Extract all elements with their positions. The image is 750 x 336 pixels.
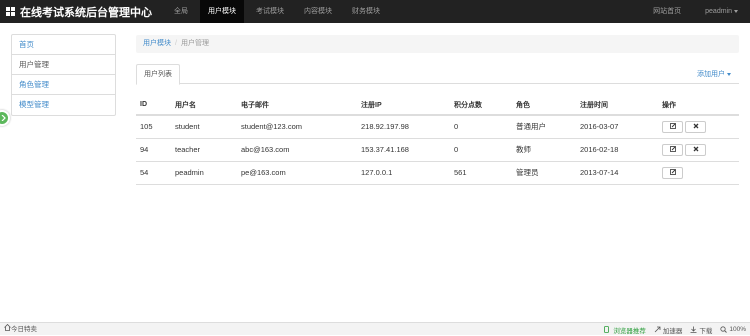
cell-role: 教师 xyxy=(512,138,576,162)
close-icon xyxy=(693,146,699,153)
magnifier-icon xyxy=(720,326,728,333)
breadcrumb: 用户模块 / 用户管理 xyxy=(136,35,739,53)
download-label: 下载 xyxy=(699,327,713,335)
table-header-row: ID 用户名 电子邮件 注册IP 积分点数 角色 注册时间 操作 xyxy=(136,95,739,116)
table-row: 94 teacher abc@163.com 153.37.41.168 0 教… xyxy=(136,138,739,162)
cell-ip: 153.37.41.168 xyxy=(357,138,450,162)
breadcrumb-user-module[interactable]: 用户模块 xyxy=(143,40,171,47)
nav-item-user-module[interactable]: 用户模块 xyxy=(200,0,244,23)
cell-score: 0 xyxy=(450,138,512,162)
tab-bar: 用户列表 添加用户 xyxy=(136,64,739,85)
status-accelerator[interactable]: 加速器 xyxy=(654,325,683,335)
status-download[interactable]: 下载 xyxy=(690,325,712,335)
browser-status-bar: 今日特卖 浏览器推荐 加速器 下载 100% xyxy=(0,322,750,335)
cell-actions xyxy=(658,138,739,162)
delete-button[interactable] xyxy=(685,143,706,156)
nav-right: 网站首页 peadmin xyxy=(641,0,750,23)
tab-user-list[interactable]: 用户列表 xyxy=(136,64,180,85)
accelerator-label: 加速器 xyxy=(662,327,683,335)
status-left[interactable]: 今日特卖 xyxy=(4,323,37,336)
zoom-label: 100% xyxy=(729,326,746,333)
edit-icon xyxy=(669,123,676,130)
table-row: 105 student student@123.com 218.92.197.9… xyxy=(136,115,739,139)
cell-email: abc@163.com xyxy=(237,138,357,162)
sidebar-toggle-button[interactable] xyxy=(0,110,10,126)
cell-role: 普通用户 xyxy=(512,115,576,139)
main-nav: 全局 用户模块 考试模块 内容模块 财务模块 xyxy=(166,0,392,23)
sidebar-item-model-management[interactable]: 模型管理 xyxy=(12,95,115,115)
caret-down-icon xyxy=(734,9,738,13)
edit-button[interactable] xyxy=(662,120,683,133)
cell-username: student xyxy=(171,115,237,139)
cell-username: peadmin xyxy=(171,161,237,185)
cell-score: 0 xyxy=(450,115,512,139)
delete-button[interactable] xyxy=(685,120,706,133)
cell-id: 105 xyxy=(136,115,171,139)
cell-role: 管理员 xyxy=(512,161,576,185)
edit-button[interactable] xyxy=(662,166,683,179)
edit-icon xyxy=(669,168,676,176)
nav-item-content-module[interactable]: 内容模块 xyxy=(296,0,340,23)
edit-button[interactable] xyxy=(662,143,683,156)
sidebar-item-user-management[interactable]: 用户管理 xyxy=(12,55,115,75)
sidebar-item-home[interactable]: 首页 xyxy=(12,35,115,55)
top-navbar: 在线考试系统后台管理中心 全局 用户模块 考试模块 内容模块 财务模块 网站首页… xyxy=(0,0,750,23)
home-icon xyxy=(4,323,11,336)
cell-actions xyxy=(658,161,739,185)
grid-icon xyxy=(6,7,15,16)
homepage-link[interactable]: 网站首页 xyxy=(641,0,693,23)
cell-time: 2013-07-14 xyxy=(576,161,658,185)
header-id: ID xyxy=(136,95,171,116)
today-deals-label: 今日特卖 xyxy=(11,326,37,333)
user-menu-label: peadmin xyxy=(705,8,732,15)
brand-title: 在线考试系统后台管理中心 xyxy=(20,6,152,19)
accelerator-icon xyxy=(654,326,661,333)
cell-actions xyxy=(658,115,739,139)
user-menu[interactable]: peadmin xyxy=(693,0,750,23)
users-table: ID 用户名 电子邮件 注册IP 积分点数 角色 注册时间 操作 105 stu… xyxy=(136,95,739,185)
header-role: 角色 xyxy=(512,95,576,116)
browser-recommend-label: 浏览器推荐 xyxy=(613,327,646,335)
download-icon xyxy=(690,326,697,333)
header-actions: 操作 xyxy=(658,95,739,116)
add-user-dropdown[interactable]: 添加用户 xyxy=(697,69,731,79)
cell-time: 2016-03-07 xyxy=(576,115,658,139)
header-time: 注册时间 xyxy=(576,95,658,116)
cell-username: teacher xyxy=(171,138,237,162)
nav-item-finance-module[interactable]: 财务模块 xyxy=(344,0,388,23)
cell-ip: 218.92.197.98 xyxy=(357,115,450,139)
edit-icon xyxy=(669,145,676,153)
brand[interactable]: 在线考试系统后台管理中心 xyxy=(6,0,152,23)
sidebar: 首页 用户管理 角色管理 模型管理 xyxy=(11,34,116,116)
cell-score: 561 xyxy=(450,161,512,185)
status-zoom[interactable]: 100% xyxy=(720,326,746,333)
cell-time: 2016-02-18 xyxy=(576,138,658,162)
status-browser-recommend[interactable]: 浏览器推荐 xyxy=(604,325,646,335)
breadcrumb-current: 用户管理 xyxy=(180,40,209,47)
cell-ip: 127.0.0.1 xyxy=(357,161,450,185)
header-score: 积分点数 xyxy=(450,95,512,116)
caret-down-icon xyxy=(727,72,731,76)
phone-icon xyxy=(604,326,611,333)
header-username: 用户名 xyxy=(171,95,237,116)
cell-email: pe@163.com xyxy=(237,161,357,185)
nav-item-exam-module[interactable]: 考试模块 xyxy=(248,0,292,23)
close-icon xyxy=(693,123,699,130)
header-ip: 注册IP xyxy=(357,95,450,116)
cell-id: 54 xyxy=(136,161,171,185)
chevron-right-icon xyxy=(0,114,7,123)
sidebar-item-role-management[interactable]: 角色管理 xyxy=(12,75,115,95)
breadcrumb-separator: / xyxy=(175,40,177,47)
table-row: 54 peadmin pe@163.com 127.0.0.1 561 管理员 … xyxy=(136,161,739,185)
header-email: 电子邮件 xyxy=(237,95,357,116)
cell-email: student@123.com xyxy=(237,115,357,139)
nav-item-global[interactable]: 全局 xyxy=(166,0,196,23)
add-user-label: 添加用户 xyxy=(697,71,725,78)
status-right: 浏览器推荐 加速器 下载 100% xyxy=(596,323,746,336)
cell-id: 94 xyxy=(136,138,171,162)
